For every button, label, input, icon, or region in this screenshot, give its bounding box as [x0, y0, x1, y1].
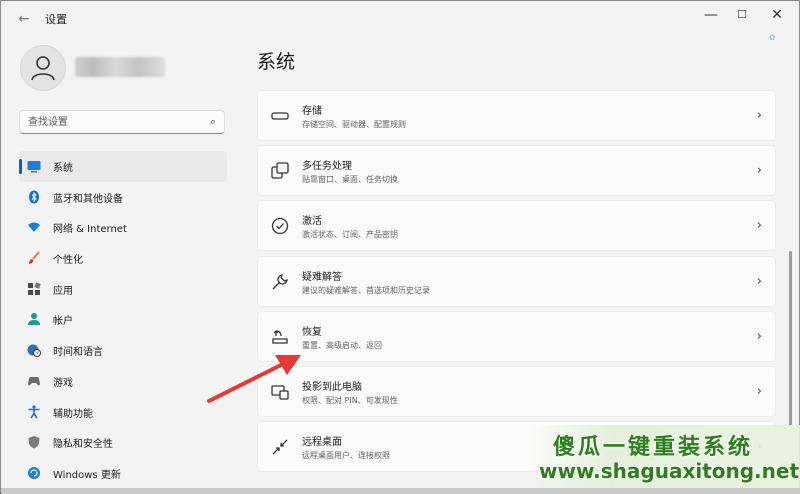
bluetooth-icon [29, 190, 39, 204]
card-title: 疑难解答 [302, 271, 342, 283]
watermark-title: 傻瓜一键重装系统 [553, 435, 754, 460]
chevron-right-icon: › [756, 108, 762, 123]
card-subtitle: 重置、高级启动、返回 [302, 340, 382, 350]
sidebar-item-label: 时间和语言 [53, 347, 103, 359]
account-icon [28, 313, 40, 326]
sidebar-item-bluetooth[interactable]: 蓝牙和其他设备 [19, 182, 227, 213]
vertical-scrollbar[interactable] [789, 251, 792, 426]
sidebar-item-time-language[interactable]: 时间和语言 [19, 335, 227, 366]
card-title: 恢复 [302, 326, 322, 338]
chevron-right-icon: › [756, 328, 762, 344]
card-subtitle: 远程桌面用户、连接权限 [302, 451, 390, 461]
multitask-icon [271, 162, 289, 179]
storage-icon [271, 112, 289, 120]
card-subtitle: 激活状态、订阅、产品密钥 [302, 230, 398, 240]
sidebar-item-label: 应用 [53, 285, 73, 297]
accessibility-icon [28, 404, 40, 418]
sidebar-item-apps[interactable]: 应用 [19, 274, 227, 305]
card-title: 多任务处理 [302, 161, 352, 173]
search-icon: ⌕ [209, 115, 216, 128]
sidebar-item-privacy[interactable]: 隐私和安全性 [19, 427, 227, 458]
sidebar-item-label: 帐户 [53, 316, 73, 328]
search-box[interactable]: ⌕ [19, 110, 225, 134]
wrench-icon [272, 273, 288, 290]
monitor-icon [27, 161, 41, 173]
title-bar: ← 设置 — ☐ ✕ [1, 1, 799, 35]
sidebar-item-windows-update[interactable]: Windows 更新 [19, 458, 227, 489]
card-storage[interactable]: 存储 存储空间、驱动器、配置规则 › [257, 90, 776, 141]
back-arrow-icon[interactable]: ← [13, 9, 35, 29]
apps-icon [28, 282, 41, 295]
annotation-arrow-icon [207, 355, 301, 403]
sidebar-item-gaming[interactable]: 游戏 [19, 366, 227, 397]
sidebar-item-system[interactable]: 系统 [19, 151, 227, 182]
card-activation[interactable]: 激活 激活状态、订阅、产品密钥 › [257, 200, 776, 252]
remote-desktop-icon [272, 439, 288, 455]
maximize-button[interactable]: ☐ [724, 1, 760, 29]
chevron-right-icon: › [756, 163, 762, 179]
sidebar-item-label: 辅助功能 [53, 408, 93, 420]
activation-icon [271, 218, 289, 235]
page-title: 系统 [257, 51, 296, 73]
sidebar-item-label: 游戏 [53, 377, 73, 389]
card-subtitle: 贴靠窗口、桌面、任务切换 [302, 175, 398, 185]
card-troubleshoot[interactable]: 疑难解答 建议的疑难解答、首选项和历史记录 › [257, 255, 776, 307]
app-title: 设置 [45, 13, 67, 26]
sidebar-item-label: 系统 [53, 163, 73, 174]
close-button[interactable]: ✕ [759, 1, 795, 29]
card-recovery[interactable]: 恢复 重置、高级启动、返回 › [257, 310, 776, 362]
windows-update-icon [28, 466, 40, 479]
sidebar-nav: 系统 蓝牙和其他设备 网络 & Internet 个性化 应用 帐户 时间和语言… [19, 151, 227, 489]
card-subtitle: 存储空间、驱动器、配置规则 [302, 120, 406, 129]
sidebar-item-label: 个性化 [53, 255, 83, 267]
card-title: 投影到此电脑 [302, 381, 362, 393]
card-title: 激活 [302, 216, 322, 228]
sidebar-item-label: 蓝牙和其他设备 [53, 193, 123, 205]
card-multitasking[interactable]: 多任务处理 贴靠窗口、桌面、任务切换 › [257, 145, 776, 197]
avatar[interactable] [20, 45, 66, 91]
sidebar-item-label: Windows 更新 [53, 469, 121, 481]
shield-icon [28, 436, 40, 449]
watermark-url: www.shaguaxitong.net [539, 459, 800, 483]
card-subtitle: 建议的疑难解答、首选项和历史记录 [302, 285, 430, 295]
card-title: 远程桌面 [302, 437, 342, 449]
sidebar-item-label: 网络 & Internet [53, 224, 127, 236]
search-input[interactable] [28, 114, 198, 130]
sidebar-item-network[interactable]: 网络 & Internet [19, 212, 227, 243]
settings-window: ← 设置 — ☐ ✕ ⌕ 系统 蓝牙和其他设备 [0, 0, 800, 494]
chevron-right-icon: › [756, 273, 762, 289]
globe-clock-icon [27, 344, 41, 358]
gamepad-icon [28, 376, 40, 386]
sidebar-item-accounts[interactable]: 帐户 [19, 304, 227, 335]
brush-icon [29, 251, 40, 265]
taskbar-strip [1, 488, 800, 494]
chevron-right-icon: › [756, 383, 762, 399]
watermark-corner-logo: ✿ [769, 33, 776, 42]
wifi-icon [28, 222, 40, 233]
person-icon [31, 56, 55, 81]
sidebar-item-accessibility[interactable]: 辅助功能 [19, 397, 227, 428]
card-project-to-pc[interactable]: 投影到此电脑 权限、配对 PIN、可发现性 › [257, 365, 776, 417]
user-name-blurred [75, 57, 165, 77]
settings-card-list: 存储 存储空间、驱动器、配置规则 › 多任务处理 贴靠窗口、桌面、任务切换 › … [257, 90, 776, 476]
sidebar-item-label: 隐私和安全性 [53, 439, 113, 451]
sidebar-item-personalization[interactable]: 个性化 [19, 243, 227, 274]
chevron-right-icon: › [756, 218, 762, 234]
card-subtitle: 权限、配对 PIN、可发现性 [302, 395, 398, 405]
card-title: 存储 [302, 106, 322, 117]
